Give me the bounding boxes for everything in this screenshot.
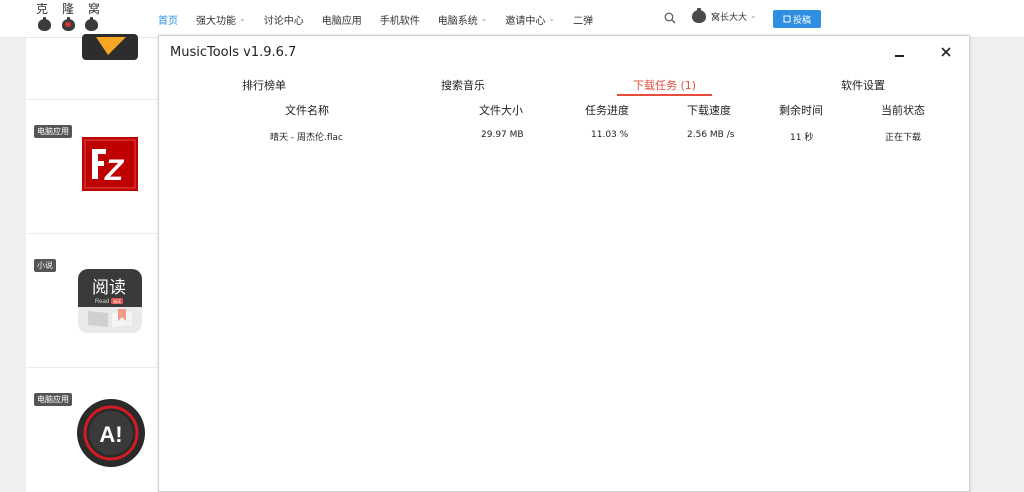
search-icon[interactable] <box>664 12 676 24</box>
mascot-icon <box>38 17 51 31</box>
chevron-down-icon: ⌄ <box>750 11 757 20</box>
active-tab-indicator <box>617 94 712 96</box>
close-icon[interactable] <box>936 42 956 62</box>
red-ring-app-letter: A! <box>99 422 122 447</box>
submit-icon <box>783 15 791 23</box>
user-menu[interactable]: 窝长大大 ⌄ <box>692 8 757 23</box>
filezilla-letter: Z <box>104 154 125 187</box>
column-header-progress: 任务进度 <box>585 104 629 117</box>
filezilla-icon: Z <box>82 137 138 191</box>
nav-item-pc-systems[interactable]: 电脑系统 ⌄ <box>438 12 488 27</box>
cell-filesize: 29.97 MB <box>481 130 524 140</box>
main-nav: 首页 强大功能 ⌄ 讨论中心 电脑应用 手机软件 电脑系统 ⌄ 邀请中心 ⌄ 二弹 <box>158 0 611 38</box>
logo-char: 窝 <box>87 2 100 16</box>
tab-charts[interactable]: 排行榜单 <box>242 77 286 93</box>
logo-char: 隆 <box>61 2 74 16</box>
window-title: MusicTools v1.9.6.7 <box>170 45 297 60</box>
logo-text: 克 隆 窝 <box>36 3 100 16</box>
column-header-speed: 下载速度 <box>687 104 731 117</box>
column-header-filesize: 文件大小 <box>479 104 523 117</box>
cell-filename: 晴天 - 周杰伦.flac <box>270 133 343 143</box>
musictools-window: MusicTools v1.9.6.7 排行榜单 搜索音乐 下载任务 (1) 软… <box>158 35 970 492</box>
mascot-icon <box>85 17 98 31</box>
top-nav-bar: 克 隆 窝 首页 强大功能 ⌄ 讨论中心 电脑应用 手机软件 电脑系统 ⌄ 邀请中心… <box>0 0 1024 38</box>
site-logo[interactable]: 克 隆 窝 <box>36 3 100 35</box>
app-list: 电脑应用 Z 小说 阅读 Read 阅读 电脑应用 A! <box>26 34 160 492</box>
logo-mascot-icons <box>38 17 98 33</box>
nav-item-invite[interactable]: 邀请中心 ⌄ <box>505 12 555 27</box>
submit-post-button[interactable]: 投稿 <box>773 10 821 28</box>
nav-item-erdan[interactable]: 二弹 <box>573 12 593 27</box>
category-badge: 电脑应用 <box>34 125 72 138</box>
nav-item-home[interactable]: 首页 <box>158 12 178 27</box>
red-ring-app-icon: A! <box>77 399 145 467</box>
nav-item-pc-apps[interactable]: 电脑应用 <box>322 12 362 27</box>
nav-item-discussion[interactable]: 讨论中心 <box>264 12 304 27</box>
tab-search[interactable]: 搜索音乐 <box>441 77 485 93</box>
list-item[interactable] <box>26 34 160 100</box>
list-item[interactable]: 小说 阅读 Read 阅读 <box>26 234 160 368</box>
category-badge: 小说 <box>34 259 56 272</box>
cell-remaining: 11 秒 <box>790 133 814 143</box>
column-header-status: 当前状态 <box>881 104 925 117</box>
minimize-button[interactable] <box>889 42 909 62</box>
mascot-icon <box>61 17 75 31</box>
column-header-remaining: 剩余时间 <box>779 104 823 117</box>
cell-speed: 2.56 MB /s <box>687 130 735 140</box>
nav-item-mobile-apps[interactable]: 手机软件 <box>380 12 420 27</box>
chevron-down-icon: ⌄ <box>548 13 556 23</box>
chevron-down-icon: ⌄ <box>480 13 488 23</box>
avatar <box>692 8 706 23</box>
category-badge: 电脑应用 <box>34 393 72 406</box>
reader-app-title: 阅读 <box>92 278 126 298</box>
tab-settings[interactable]: 软件设置 <box>841 77 885 93</box>
minimize-icon <box>894 55 904 57</box>
play-app-icon <box>82 34 138 60</box>
reader-app-subtitle: Read <box>95 299 109 305</box>
column-header-filename: 文件名称 <box>285 104 329 117</box>
list-item[interactable]: 电脑应用 A! <box>26 368 160 492</box>
nav-item-features[interactable]: 强大功能 ⌄ <box>196 12 246 27</box>
user-name: 窝长大大 <box>711 13 748 23</box>
cell-status: 正在下载 <box>885 133 922 143</box>
reader-app-tag: 阅读 <box>113 298 121 304</box>
cell-progress: 11.03 % <box>591 130 629 140</box>
logo-char: 克 <box>36 2 49 16</box>
tab-downloads[interactable]: 下载任务 (1) <box>633 77 696 93</box>
list-item[interactable]: 电脑应用 Z <box>26 100 160 234</box>
chevron-down-icon: ⌄ <box>239 13 246 23</box>
reader-app-icon: 阅读 Read 阅读 <box>78 269 142 333</box>
